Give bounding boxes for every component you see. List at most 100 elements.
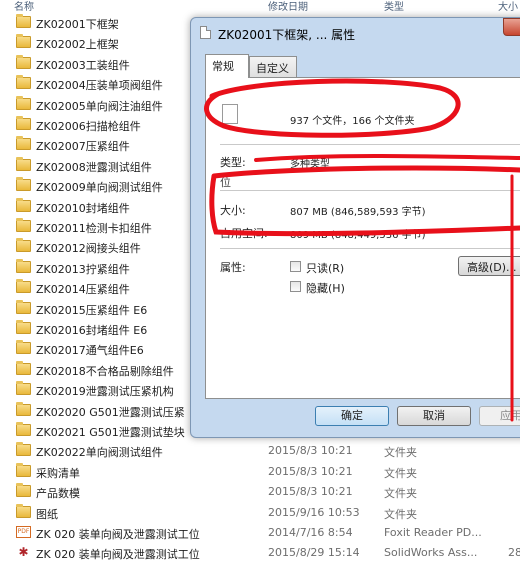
hidden-checkbox[interactable] — [290, 281, 301, 292]
list-item[interactable]: 图纸 2015/9/16 10:53 文件夹 — [0, 503, 520, 523]
folder-icon — [16, 136, 31, 151]
folder-icon — [16, 258, 31, 273]
item-date: 2015/8/29 15:14 — [268, 546, 360, 560]
ok-button[interactable]: 确定 — [315, 406, 389, 426]
item-name: ZK02021 G501泄露测试垫块 — [36, 426, 185, 439]
column-header: 名称 修改日期 类型 大小 — [0, 0, 520, 13]
file-count-summary: 937 个文件，166 个文件夹 — [290, 116, 415, 127]
item-type: Foxit Reader PD... — [384, 526, 482, 539]
item-name: ZK02020 G501泄露测试压紧 — [36, 405, 185, 419]
item-name: ZK 020 装单向阀及泄露测试工位 — [36, 548, 200, 562]
folder-icon — [16, 340, 31, 355]
item-name: ZK02022单向阀测试组件 — [36, 446, 163, 460]
item-size: 28 — [508, 546, 520, 560]
folder-icon — [16, 442, 31, 457]
item-name: ZK02016封堵组件 E6 — [36, 324, 148, 337]
folder-icon — [16, 320, 31, 334]
folder-icon — [16, 197, 31, 212]
list-item[interactable]: PDF ZK 020 装单向阀及泄露测试工位 2014/7/16 8:54 Foxit… — [0, 523, 520, 543]
tab-custom[interactable]: 自定义 — [249, 56, 297, 78]
item-date: 2014/7/16 8:54 — [268, 526, 353, 539]
divider — [220, 190, 520, 191]
item-name: ZK 020 装单向阀及泄露测试工位 — [36, 528, 200, 541]
column-size[interactable]: 大小 — [498, 0, 518, 13]
folder-icon — [16, 299, 31, 314]
item-name: ZK02017通气组件E6 — [36, 344, 144, 358]
size-value: 807 MB (846,589,593 字节) — [290, 207, 426, 218]
readonly-checkbox[interactable] — [290, 261, 301, 272]
attributes-label: 属性: — [220, 261, 246, 274]
properties-dialog: ZK02001下框架, ... 属性 常规 自定义 937 个文件，166 个文… — [190, 17, 520, 438]
folder-icon — [16, 156, 31, 171]
folder-icon — [16, 116, 31, 130]
size-label: 大小: — [220, 204, 246, 217]
item-name: ZK02004压装单项阀组件 — [36, 79, 163, 93]
solidworks-icon: ✱ — [18, 545, 29, 560]
item-name: ZK02007压紧组件 — [36, 140, 130, 154]
divider — [220, 144, 520, 145]
list-item[interactable]: 采购清单 2015/8/3 10:21 文件夹 — [0, 462, 520, 482]
item-type: 文件夹 — [384, 466, 417, 480]
disk-size-label: 占用空间: — [220, 227, 268, 240]
tab-general[interactable]: 常规 — [205, 54, 249, 78]
folder-icon — [16, 14, 31, 28]
item-name: ZK02006扫描枪组件 — [36, 120, 141, 133]
folder-icon — [16, 177, 31, 192]
item-name: ZK02014压紧组件 — [36, 283, 130, 297]
folder-icon — [16, 503, 31, 518]
item-date: 2015/8/3 10:21 — [268, 464, 353, 478]
dialog-title: ZK02001下框架, ... 属性 — [218, 28, 356, 42]
item-name: ZK02009单向阀测试组件 — [36, 181, 163, 195]
item-name: ZK02015压紧组件 E6 — [36, 303, 148, 317]
folder-icon — [16, 238, 31, 253]
close-button[interactable] — [503, 18, 520, 36]
list-item[interactable]: ZK02022单向阀测试组件 2015/8/3 10:21 文件夹 — [0, 441, 520, 461]
hidden-label[interactable]: 隐藏(H) — [306, 280, 345, 296]
item-name: ZK02005单向阀注油组件 — [36, 99, 163, 113]
item-name: 产品数模 — [36, 487, 80, 501]
list-item[interactable]: ✱ ZK 020 装单向阀及泄露测试工位 2015/8/29 15:14 SolidW… — [0, 543, 520, 563]
folder-icon — [16, 279, 31, 294]
cancel-button[interactable]: 取消 — [397, 406, 471, 426]
folder-icon — [16, 483, 31, 498]
item-name: ZK02010封堵组件 — [36, 201, 130, 215]
folder-icon — [16, 54, 31, 69]
location-label: 位 — [220, 176, 231, 189]
folder-properties-icon — [200, 26, 211, 39]
item-name: ZK02002上框架 — [36, 38, 119, 52]
folder-icon — [16, 422, 31, 436]
column-date[interactable]: 修改日期 — [268, 0, 308, 13]
general-panel: 937 个文件，166 个文件夹 类型: 多种类型 位 大小: 807 MB (… — [205, 77, 520, 399]
dialog-titlebar[interactable]: ZK02001下框架, ... 属性 — [191, 18, 520, 48]
item-name: ZK02008泄露测试组件 — [36, 160, 152, 174]
item-name: ZK02018不合格品剔除组件 — [36, 364, 174, 378]
item-date: 2015/9/16 10:53 — [268, 505, 360, 519]
folder-icon — [16, 34, 31, 49]
item-date: 2015/8/3 10:21 — [268, 444, 353, 458]
item-name: 采购清单 — [36, 466, 80, 480]
item-type: SolidWorks Ass... — [384, 546, 478, 560]
readonly-label[interactable]: 只读(R) — [306, 260, 344, 276]
folder-icon — [16, 75, 31, 90]
apply-button[interactable]: 应用(A) — [479, 406, 520, 426]
divider — [220, 248, 520, 249]
item-name: ZK02003工装组件 — [36, 58, 130, 72]
advanced-button[interactable]: 高级(D)... — [458, 256, 520, 276]
type-label: 类型: — [220, 156, 246, 169]
column-name[interactable]: 名称 — [14, 0, 34, 13]
item-type: 文件夹 — [384, 446, 417, 460]
item-name: ZK02019泄露测试压紧机构 — [36, 385, 174, 399]
list-item[interactable]: 产品数模 2015/8/3 10:21 文件夹 — [0, 482, 520, 502]
item-name: ZK02001下框架 — [36, 18, 119, 31]
item-name: ZK02012阀接头组件 — [36, 242, 141, 256]
item-name: ZK02011检测卡扣组件 — [36, 222, 152, 235]
folder-icon — [16, 360, 31, 375]
item-name: 图纸 — [36, 507, 58, 521]
item-type: 文件夹 — [384, 487, 417, 501]
column-type[interactable]: 类型 — [384, 0, 404, 13]
multiple-files-icon — [222, 101, 238, 124]
item-type: 文件夹 — [384, 507, 417, 521]
folder-icon — [16, 401, 31, 416]
folder-icon — [16, 95, 31, 110]
folder-icon — [16, 218, 31, 232]
